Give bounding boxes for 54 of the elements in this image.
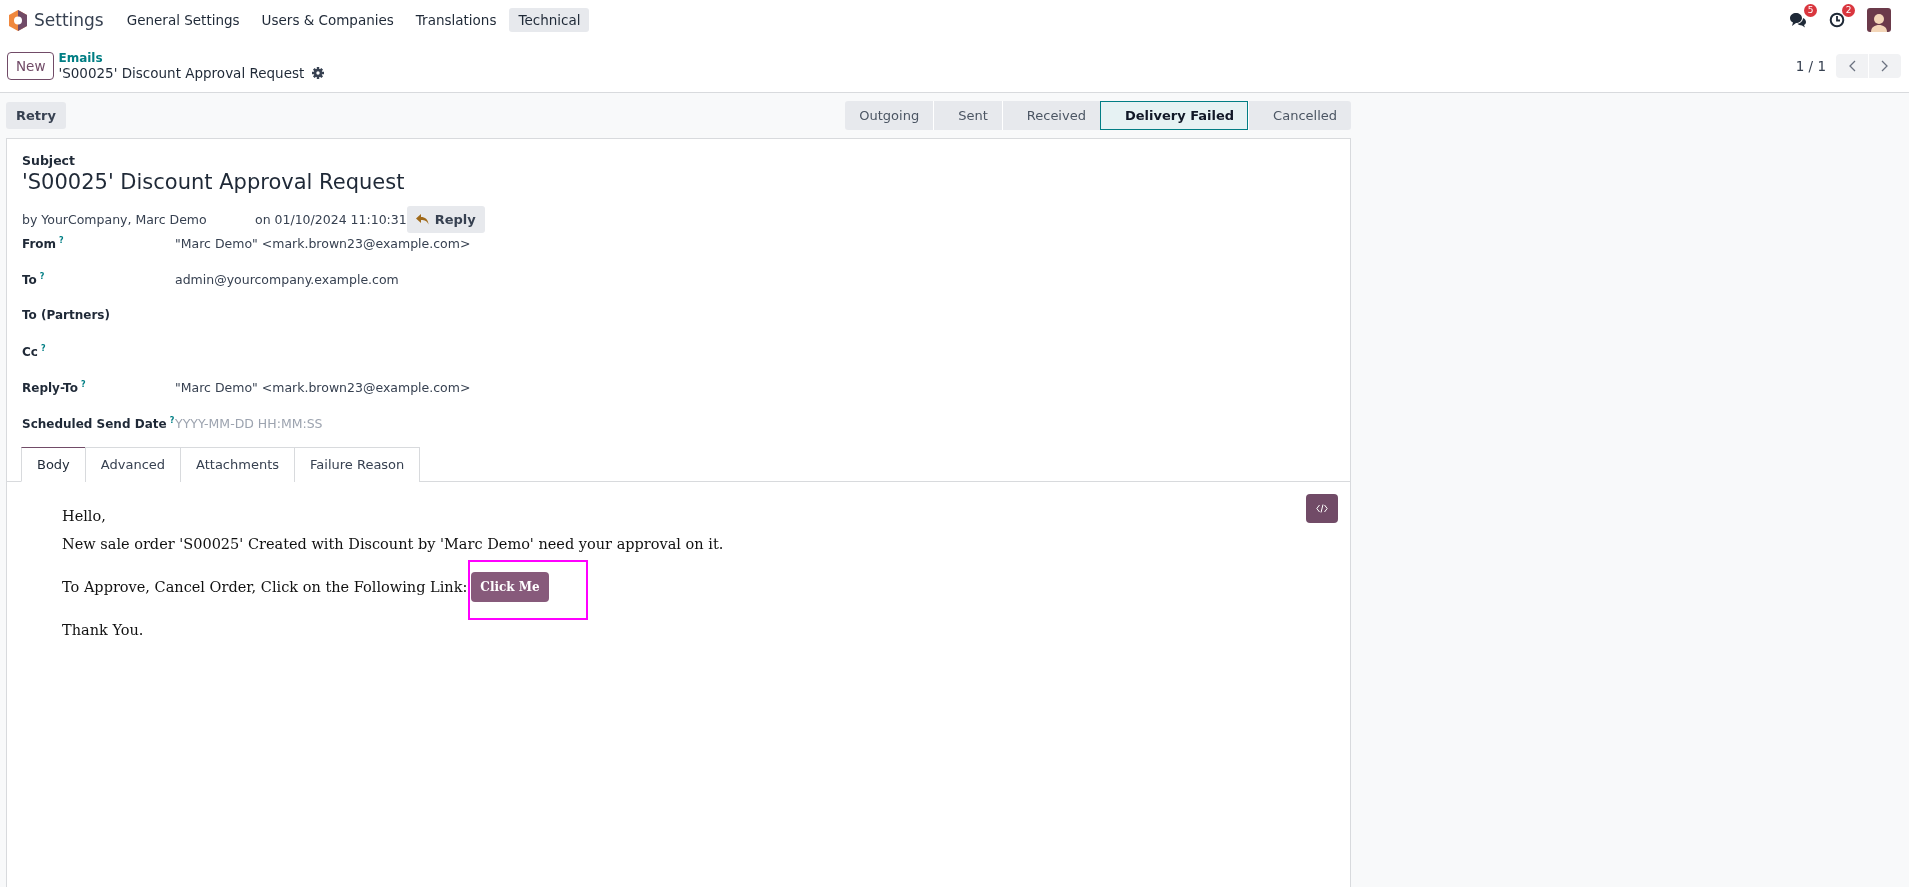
field-value[interactable]: "Marc Demo" <mark.brown23@example.com> xyxy=(175,378,471,395)
app-title[interactable]: Settings xyxy=(34,10,104,30)
field-label: Reply-To $^{?}$ xyxy=(22,379,87,395)
chevron-right-icon xyxy=(1881,60,1889,72)
chat-icon xyxy=(1789,12,1807,28)
field-label: To (Partners) xyxy=(22,307,111,322)
notebook-tab[interactable]: Body xyxy=(21,447,86,482)
status-stage[interactable]: Delivery Failed xyxy=(1099,101,1249,130)
reply-arrow-icon xyxy=(415,213,429,225)
body-text: Hello, xyxy=(62,508,106,524)
help-tooltip[interactable]: ? xyxy=(39,272,45,281)
body-text: To Approve, Cancel Order, Click on the Following Link: xyxy=(62,579,468,595)
menu-item[interactable]: Users & Companies xyxy=(252,8,403,32)
notification-badge: 5 xyxy=(1804,4,1817,17)
author-text: by YourCompany, Marc Demo xyxy=(22,211,208,227)
field-value[interactable]: "Marc Demo" <mark.brown23@example.com> xyxy=(175,234,471,251)
subject-label: Subject xyxy=(22,153,76,168)
code-view-button[interactable] xyxy=(1306,494,1338,523)
new-button[interactable]: New xyxy=(7,52,55,80)
field-label: To $^{?}$ xyxy=(22,271,46,287)
record-title: 'S00025' Discount Approval Request xyxy=(58,65,305,81)
status-stage[interactable]: Outgoing xyxy=(845,101,934,130)
help-tooltip[interactable]: ? xyxy=(59,236,64,245)
status-stage[interactable]: Sent xyxy=(933,101,1002,130)
chevron-left-icon xyxy=(1848,60,1856,72)
field-label: From $^{?}$ xyxy=(22,235,65,251)
user-avatar[interactable] xyxy=(1867,8,1891,32)
app-logo-icon[interactable] xyxy=(8,9,28,31)
notebook-tab[interactable]: Attachments xyxy=(180,447,296,482)
field-value[interactable]: admin@yourcompany.example.com xyxy=(175,270,399,287)
field-label: Cc $^{?}$ xyxy=(22,343,47,359)
menu-item[interactable]: Translations xyxy=(406,8,506,32)
notebook-tab[interactable]: Failure Reason xyxy=(294,447,421,482)
help-tooltip[interactable]: ? xyxy=(80,380,86,389)
clock-icon xyxy=(1829,12,1845,28)
help-tooltip[interactable]: ? xyxy=(40,344,46,353)
click-me-button[interactable]: Click Me xyxy=(471,572,549,602)
status-stage[interactable]: Received xyxy=(1001,101,1100,130)
body-text: New sale order 'S00025' Created with Discount by 'Marc Demo' need your approval on it. xyxy=(62,536,724,552)
reply-button[interactable]: Reply xyxy=(406,205,485,233)
pager-value[interactable]: 1 / 1 xyxy=(1795,58,1826,74)
settings-icon[interactable] xyxy=(312,67,325,79)
notebook-tab[interactable]: Advanced xyxy=(84,447,182,482)
retry-button[interactable]: Retry xyxy=(6,102,66,129)
status-stage[interactable]: Cancelled xyxy=(1248,101,1351,130)
help-tooltip[interactable]: ? xyxy=(169,416,175,425)
notification-badge: 2 xyxy=(1842,4,1855,17)
date-text: on 01/10/2024 11:10:31 xyxy=(255,211,407,227)
subject-value[interactable]: 'S00025' Discount Approval Request xyxy=(22,170,1335,194)
body-text: Thank You. xyxy=(62,622,144,638)
breadcrumb-link[interactable]: Emails xyxy=(58,51,325,65)
menu-item[interactable]: General Settings xyxy=(117,8,249,32)
menu-item[interactable]: Technical xyxy=(509,8,590,32)
code-icon xyxy=(1316,504,1328,513)
